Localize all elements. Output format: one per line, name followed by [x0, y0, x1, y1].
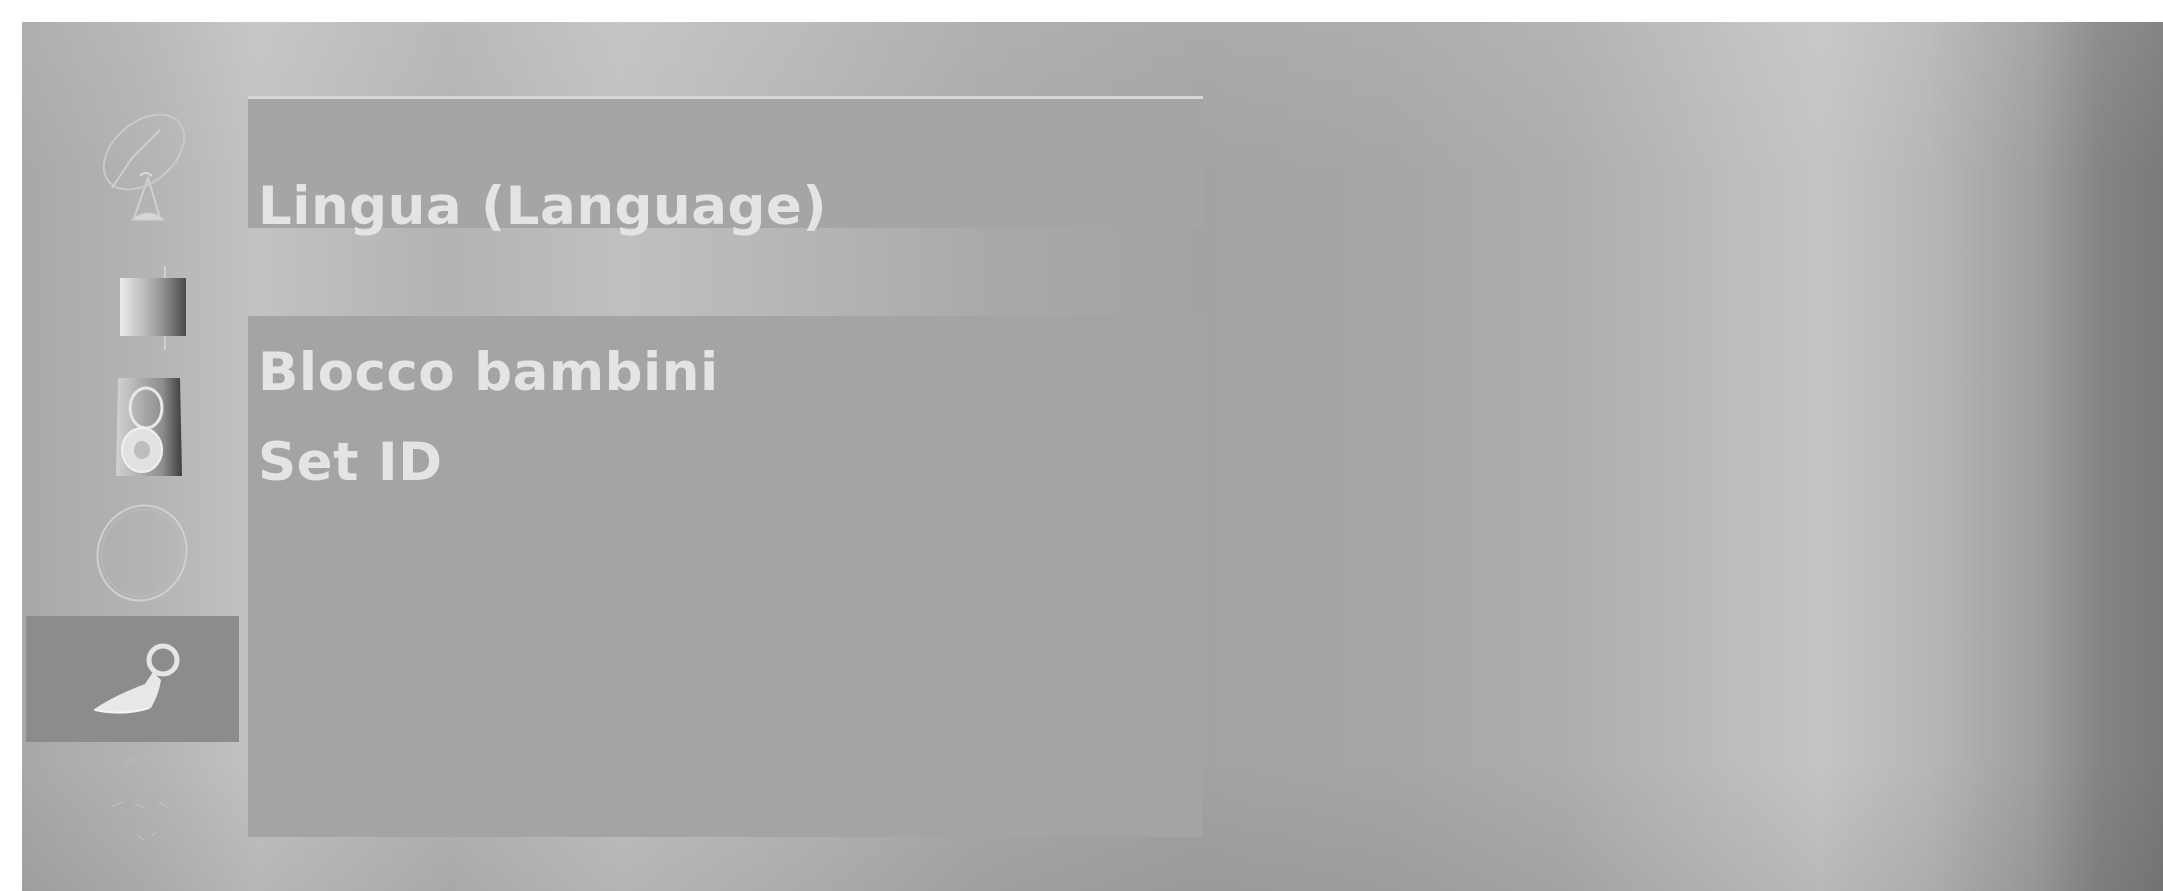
- picture-icon[interactable]: [82, 258, 202, 358]
- category-sidebar: [22, 22, 242, 891]
- faint-icon: [117, 750, 157, 772]
- osd-screen: Lingua (Language) Blocco bambini Set ID: [22, 22, 2163, 891]
- timer-icon[interactable]: [82, 497, 202, 607]
- menu-panel-primary: Lingua (Language): [248, 96, 1203, 237]
- audio-speaker-icon[interactable]: [82, 372, 202, 482]
- menu-panel-secondary: Blocco bambini Set ID: [248, 316, 1203, 837]
- menu-item-child-lock[interactable]: Blocco bambini: [258, 343, 719, 403]
- menu-item-set-id[interactable]: Set ID: [258, 433, 443, 493]
- faint-icon: [107, 792, 187, 852]
- satellite-dish-icon[interactable]: [82, 100, 202, 240]
- special-key-icon[interactable]: [26, 616, 239, 742]
- menu-item-language[interactable]: Lingua (Language): [258, 177, 827, 237]
